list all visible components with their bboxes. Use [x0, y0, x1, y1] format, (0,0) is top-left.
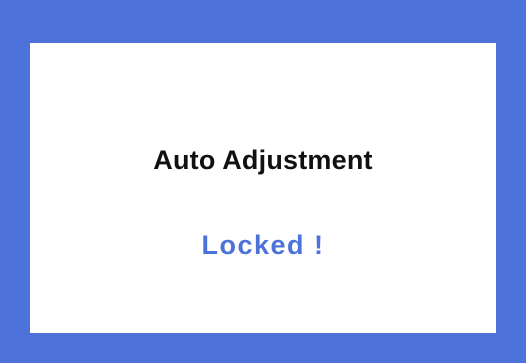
osd-frame: Auto Adjustment Locked ! — [0, 0, 526, 363]
osd-message-panel: Auto Adjustment Locked ! — [30, 43, 496, 333]
osd-title: Auto Adjustment — [153, 145, 373, 175]
osd-status-message: Locked ! — [201, 230, 325, 260]
